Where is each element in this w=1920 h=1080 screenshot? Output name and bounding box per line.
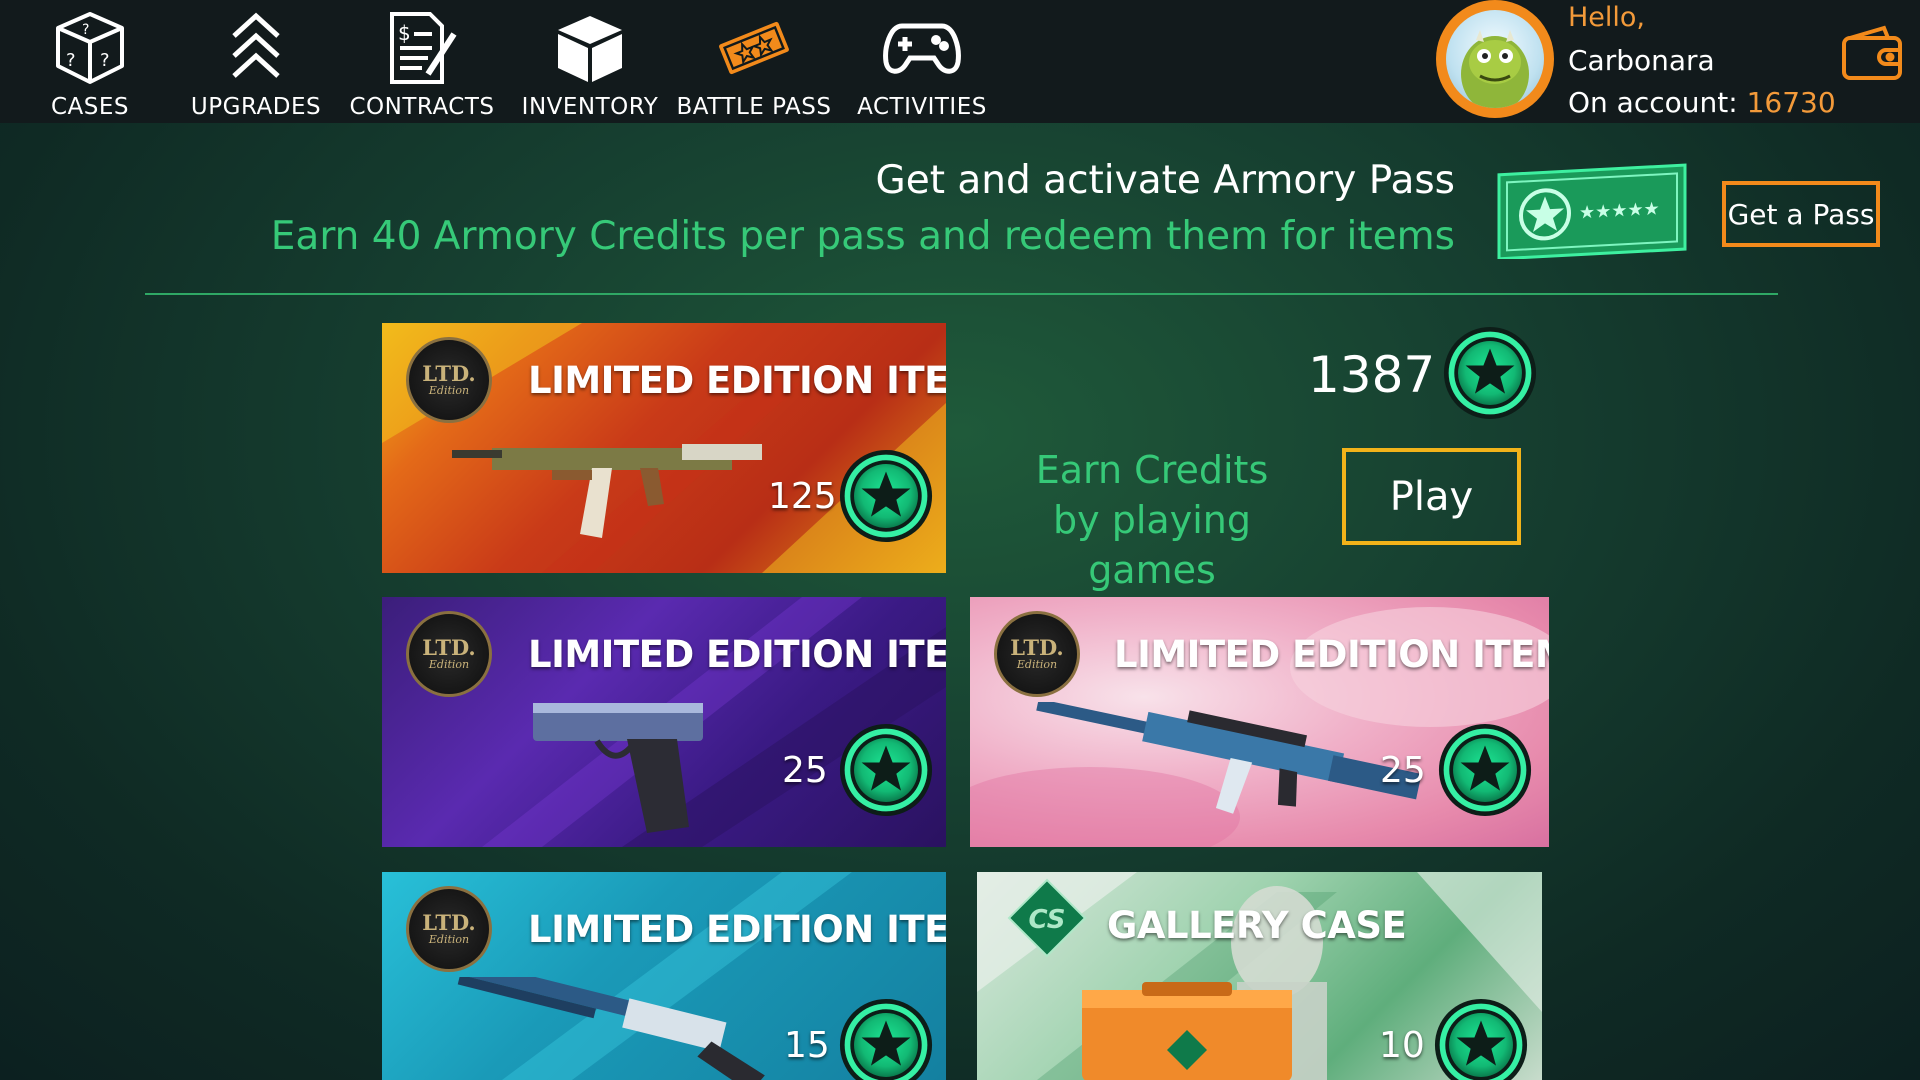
- top-nav-bar: ? ? ? CASES UPGRADES $ CONTRACTS INVENTO…: [0, 0, 1920, 123]
- nav-label: CASES: [50, 94, 130, 120]
- account-balance: On account: 16730: [1568, 86, 1836, 119]
- pistol-image: [533, 703, 703, 833]
- nav-upgrades[interactable]: UPGRADES: [191, 0, 321, 123]
- nav-label: INVENTORY: [521, 94, 659, 120]
- account-label: On account:: [1568, 86, 1747, 119]
- wallet-icon[interactable]: [1840, 24, 1906, 84]
- box-icon: [550, 8, 630, 88]
- shop-item-card[interactable]: LTD. Edition LIMITED EDITION ITEM 25: [970, 597, 1549, 847]
- item-price: 125: [768, 476, 837, 517]
- balance-amount: 16730: [1746, 86, 1836, 119]
- svg-text:?: ?: [66, 50, 76, 71]
- rifle-image: [452, 444, 762, 538]
- armory-credit-coin-icon: [1434, 998, 1528, 1080]
- nav-inventory[interactable]: INVENTORY: [520, 0, 660, 123]
- nav-label: UPGRADES: [190, 94, 322, 120]
- shop-item-card[interactable]: LTD. Edition LIMITED EDITION ITEM 125: [382, 323, 946, 573]
- item-title: GALLERY CASE: [1107, 904, 1407, 947]
- svg-text:$: $: [398, 21, 411, 45]
- svg-text:?: ?: [82, 22, 89, 38]
- play-button[interactable]: Play: [1342, 448, 1521, 545]
- item-price: 10: [1379, 1025, 1425, 1066]
- item-title: LIMITED EDITION ITEM: [528, 359, 946, 402]
- nav-battle-pass[interactable]: BATTLE PASS: [674, 0, 834, 123]
- svg-text:★★★★★: ★★★★★: [1579, 198, 1660, 223]
- avatar[interactable]: [1436, 0, 1554, 118]
- item-price: 15: [784, 1025, 830, 1066]
- username: Carbonara: [1568, 44, 1715, 77]
- ltd-edition-badge: LTD. Edition: [406, 337, 492, 423]
- armory-credit-coin-icon: [839, 449, 933, 543]
- nav-cases[interactable]: ? ? ? CASES: [40, 0, 140, 123]
- item-title: LIMITED EDITION ITEM: [1114, 633, 1549, 676]
- item-price: 25: [1380, 750, 1426, 791]
- dice-icon: ? ? ?: [50, 8, 130, 88]
- shop-item-card[interactable]: LTD. Edition LIMITED EDITION ITEM 15: [382, 872, 946, 1080]
- get-pass-button[interactable]: Get a Pass: [1722, 181, 1880, 247]
- divider: [145, 293, 1778, 295]
- item-title: LIMITED EDITION ITEM: [528, 633, 946, 676]
- shop-item-card[interactable]: CS GALLERY CASE 10: [977, 872, 1542, 1080]
- armory-credit-coin-icon: [839, 998, 933, 1080]
- ltd-edition-badge: LTD. Edition: [406, 611, 492, 697]
- ticket-icon: [714, 8, 794, 88]
- nav-contracts[interactable]: $ CONTRACTS: [349, 0, 495, 123]
- chevrons-up-icon: [216, 8, 296, 88]
- ltd-edition-badge: LTD. Edition: [994, 611, 1080, 697]
- item-price: 25: [782, 750, 828, 791]
- armory-credit-coin-icon: [1443, 326, 1537, 420]
- cs-logo-icon: CS: [1007, 878, 1087, 958]
- earn-credits-text: Earn Credits by playing games: [1035, 448, 1269, 592]
- ltd-edition-badge: LTD. Edition: [406, 886, 492, 972]
- armory-pass-ticket-icon: ★★★★★: [1495, 163, 1690, 261]
- credits-balance: 1387: [1308, 346, 1436, 404]
- armory-credit-coin-icon: [1438, 723, 1532, 817]
- shop-item-card[interactable]: LTD. Edition LIMITED EDITION ITEM 25: [382, 597, 946, 847]
- nav-label: BATTLE PASS: [676, 94, 832, 120]
- greeting-text: Hello,: [1568, 2, 1646, 33]
- gamepad-icon: [882, 8, 962, 88]
- svg-text:CS: CS: [1029, 905, 1066, 935]
- banner-title: Get and activate Armory Pass: [875, 158, 1456, 203]
- contract-icon: $: [382, 8, 462, 88]
- case-image: [1082, 982, 1292, 1080]
- banner-subtitle: Earn 40 Armory Credits per pass and rede…: [270, 214, 1455, 259]
- nav-label: ACTIVITIES: [857, 94, 987, 120]
- svg-text:?: ?: [100, 50, 110, 71]
- item-title: LIMITED EDITION ITEM: [528, 908, 946, 951]
- nav-activities[interactable]: ACTIVITIES: [852, 0, 992, 123]
- nav-label: CONTRACTS: [349, 94, 495, 120]
- armory-credit-coin-icon: [839, 723, 933, 817]
- shotgun-image: [457, 977, 765, 1080]
